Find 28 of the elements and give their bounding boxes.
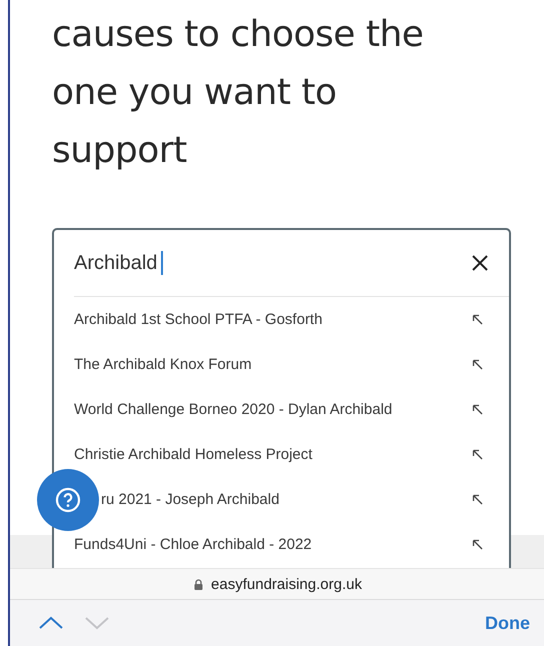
help-icon [55, 487, 81, 513]
arrow-icon [472, 449, 483, 460]
arrow-icon [472, 494, 483, 505]
arrow-icon [472, 314, 483, 325]
suggestion-item[interactable]: Funds4Uni - Chloe Archibald - 2022 [74, 522, 489, 567]
suggestion-item[interactable]: Christie Archibald Homeless Project [74, 432, 489, 477]
lock-icon [194, 578, 204, 590]
done-button[interactable]: Done [485, 612, 530, 634]
suggestion-label: The Archibald Knox Forum [74, 356, 252, 373]
chevron-up-icon[interactable] [38, 616, 64, 630]
suggestion-label: World Challenge Borneo 2020 - Dylan Archibald [74, 401, 392, 418]
suggestion-label: ru 2021 - Joseph Archibald [101, 491, 280, 508]
suggestion-item[interactable]: ru 2021 - Joseph Archibald [101, 477, 489, 522]
suggestion-item[interactable]: Archibald 1st School PTFA - Gosforth [74, 297, 489, 342]
close-icon[interactable] [471, 254, 489, 272]
url-text: easyfundraising.org.uk [211, 576, 362, 592]
suggestion-item[interactable]: The Archibald Knox Forum [74, 342, 489, 387]
suggestion-label: Christie Archibald Homeless Project [74, 446, 312, 463]
suggestion-label: Funds4Uni - Chloe Archibald - 2022 [74, 536, 312, 553]
search-field[interactable]: Archibald [74, 251, 471, 275]
arrow-icon [472, 404, 483, 415]
arrow-icon [472, 539, 483, 550]
suggestion-label: Archibald 1st School PTFA - Gosforth [74, 311, 322, 328]
address-bar[interactable]: easyfundraising.org.uk [10, 568, 544, 600]
search-text: Archibald [74, 252, 158, 274]
arrow-icon [472, 359, 483, 370]
suggestion-item[interactable]: World Challenge Borneo 2020 - Dylan Archibald [74, 387, 489, 432]
page-heading: causes to choose the one you want to support [52, 13, 424, 173]
